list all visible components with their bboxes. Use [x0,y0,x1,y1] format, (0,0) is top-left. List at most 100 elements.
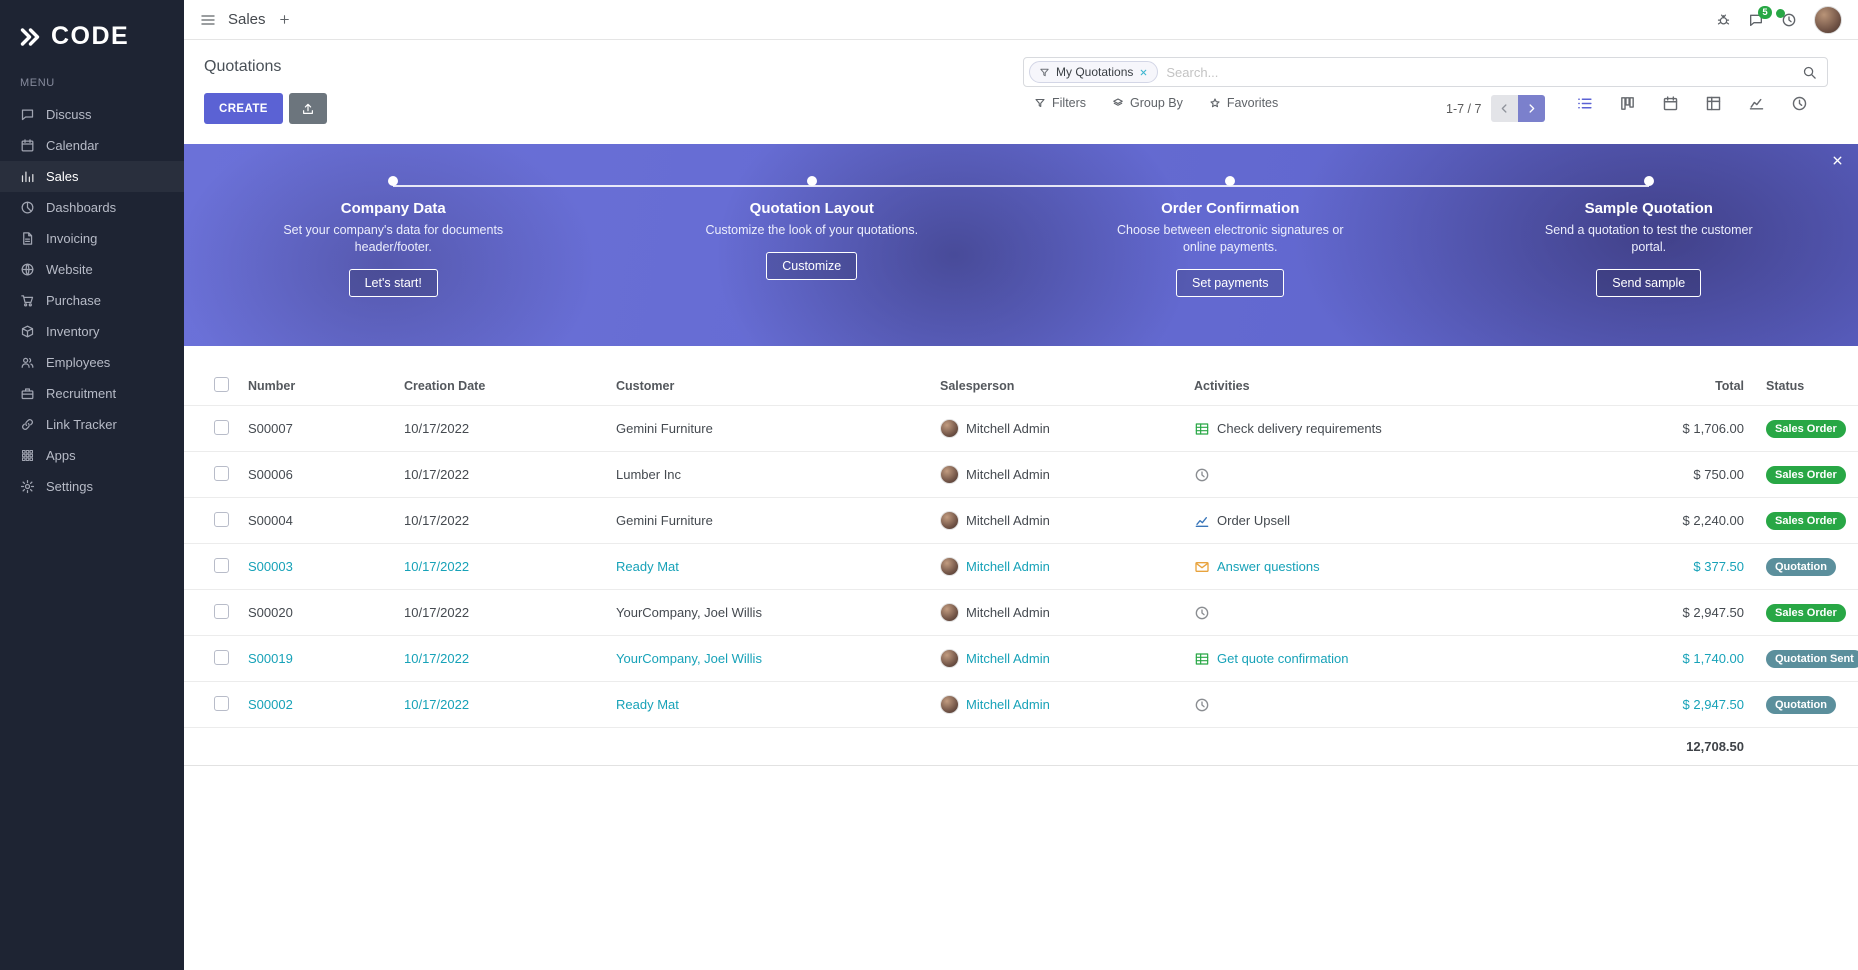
set-payments-button[interactable]: Set payments [1176,269,1284,297]
sidebar-item-inventory[interactable]: Inventory [0,316,184,347]
chat-icon [20,107,35,122]
table-row[interactable]: S00020 10/17/2022 YourCompany, Joel Will… [184,590,1858,636]
send-sample-button[interactable]: Send sample [1596,269,1701,297]
column-total[interactable]: Total [1554,379,1744,393]
favorites-button[interactable]: Favorites [1209,96,1278,110]
row-checkbox[interactable] [214,420,229,435]
hamburger-menu-icon[interactable] [200,12,216,28]
list-icon [1576,95,1593,112]
row-checkbox[interactable] [214,512,229,527]
pivot-view-button[interactable] [1705,95,1722,112]
sidebar-item-purchase[interactable]: Purchase [0,285,184,316]
step-sample-quotation: Sample Quotation Send a quotation to tes… [1440,174,1858,346]
users-icon [20,355,35,370]
table-row[interactable]: S00006 10/17/2022 Lumber Inc Mitchell Ad… [184,452,1858,498]
table-row[interactable]: S00004 10/17/2022 Gemini Furniture Mitch… [184,498,1858,544]
footer-total: 12,708.50 [1554,739,1744,754]
row-checkbox[interactable] [214,696,229,711]
upload-icon [301,102,315,116]
column-activities[interactable]: Activities [1194,379,1554,393]
sidebar-item-discuss[interactable]: Discuss [0,99,184,130]
column-status[interactable]: Status [1744,379,1858,393]
pager-previous-button[interactable] [1491,95,1518,122]
row-checkbox[interactable] [214,650,229,665]
sidebar-item-invoicing[interactable]: Invoicing [0,223,184,254]
sidebar-item-settings[interactable]: Settings [0,471,184,502]
calendar-view-button[interactable] [1662,95,1679,112]
row-checkbox[interactable] [214,604,229,619]
quotation-number: S00004 [248,513,404,528]
step-dot [807,176,817,186]
sidebar-item-employees[interactable]: Employees [0,347,184,378]
control-panel: Quotations My Quotations CREATE Filters … [184,40,1858,144]
messages-badge: 5 [1758,6,1772,19]
funnel-icon [1034,97,1046,109]
plus-icon[interactable] [278,13,291,26]
salesperson: Mitchell Admin [940,465,1194,484]
row-checkbox[interactable] [214,558,229,573]
filters-button[interactable]: Filters [1034,96,1086,110]
step-quotation-layout: Quotation Layout Customize the look of y… [603,174,1022,346]
column-salesperson[interactable]: Salesperson [940,379,1194,393]
search-input[interactable] [1158,65,1802,80]
select-all-checkbox[interactable] [214,377,229,392]
table-row[interactable]: S00019 10/17/2022 YourCompany, Joel Will… [184,636,1858,682]
column-number[interactable]: Number [248,379,404,393]
sidebar-item-website[interactable]: Website [0,254,184,285]
quotation-number: S00002 [248,697,404,712]
salesperson-avatar [940,649,959,668]
pager-next-button[interactable] [1518,95,1545,122]
clock-icon[interactable] [1194,467,1210,483]
lets-start-button[interactable]: Let's start! [349,269,438,297]
list-view-button[interactable] [1576,95,1593,112]
activities-clock-icon[interactable] [1781,12,1797,28]
sidebar-item-recruitment[interactable]: Recruitment [0,378,184,409]
bug-icon[interactable] [1716,12,1731,27]
messages-icon[interactable]: 5 [1748,12,1764,28]
search-facet[interactable]: My Quotations [1029,61,1158,83]
salesperson-avatar [940,419,959,438]
sidebar-item-dashboards[interactable]: Dashboards [0,192,184,223]
create-button[interactable]: CREATE [204,93,283,124]
sidebar-item-link-tracker[interactable]: Link Tracker [0,409,184,440]
pie-icon [20,200,35,215]
sidebar-item-apps[interactable]: Apps [0,440,184,471]
creation-date: 10/17/2022 [404,421,616,436]
graph-icon [20,169,35,184]
sidebar-item-sales[interactable]: Sales [0,161,184,192]
app-name[interactable]: Sales [228,11,266,28]
salesperson: Mitchell Admin [940,557,1194,576]
search-icon[interactable] [1802,65,1817,80]
creation-date: 10/17/2022 [404,467,616,482]
upload-button[interactable] [289,93,327,124]
salesperson-avatar [940,695,959,714]
total-amount: $ 750.00 [1554,467,1744,482]
gear-icon [20,479,35,494]
column-creation-date[interactable]: Creation Date [404,379,616,393]
clock-icon[interactable] [1194,697,1210,713]
clock-icon[interactable] [1194,605,1210,621]
column-customer[interactable]: Customer [616,379,940,393]
group-by-button[interactable]: Group By [1112,96,1183,110]
status-badge: Quotation [1766,696,1836,714]
kanban-view-button[interactable] [1619,95,1636,112]
user-avatar[interactable] [1814,6,1842,34]
customize-button[interactable]: Customize [766,252,857,280]
salesperson: Mitchell Admin [940,511,1194,530]
status-badge: Sales Order [1766,466,1846,484]
total-amount: $ 1,706.00 [1554,421,1744,436]
customer: Ready Mat [616,697,940,712]
sidebar-item-calendar[interactable]: Calendar [0,130,184,161]
activity [1194,697,1554,713]
graph-view-button[interactable] [1748,95,1765,112]
activity-view-button[interactable] [1791,95,1808,112]
row-checkbox[interactable] [214,466,229,481]
salesperson-avatar [940,465,959,484]
quotation-number: S00006 [248,467,404,482]
table-row[interactable]: S00007 10/17/2022 Gemini Furniture Mitch… [184,406,1858,452]
remove-facet-icon[interactable] [1139,68,1148,77]
activity: Order Upsell [1194,513,1554,529]
table-row[interactable]: S00003 10/17/2022 Ready Mat Mitchell Adm… [184,544,1858,590]
brand-logo[interactable]: CODE [0,0,184,77]
table-row[interactable]: S00002 10/17/2022 Ready Mat Mitchell Adm… [184,682,1858,728]
